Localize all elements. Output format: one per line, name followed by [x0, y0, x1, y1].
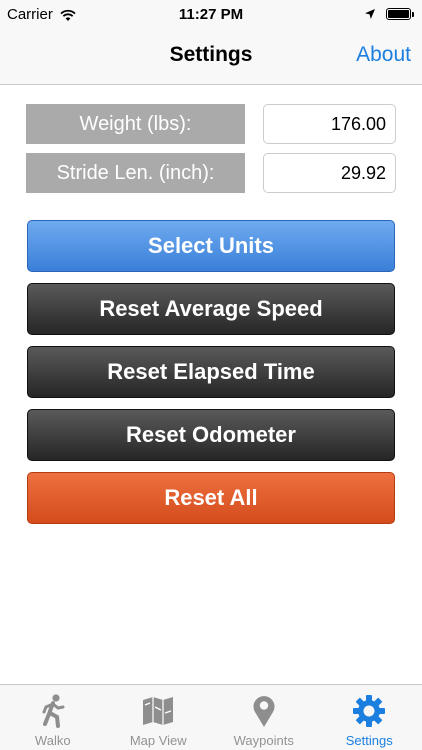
navigation-bar: Settings About [0, 30, 422, 85]
status-right-group [364, 8, 414, 20]
location-arrow-icon [365, 9, 375, 19]
settings-screen: Carrier 11:27 PM Settings About Weight (… [0, 0, 422, 750]
battery-tip [412, 11, 414, 17]
weight-label: Weight (lbs): [26, 104, 245, 144]
map-pin-icon [245, 692, 283, 730]
battery-icon [386, 8, 411, 20]
tab-label-settings: Settings [345, 733, 393, 748]
tab-settings[interactable]: Settings [317, 685, 422, 750]
stride-label: Stride Len. (inch): [26, 153, 245, 193]
walking-person-icon [34, 692, 72, 730]
weight-input[interactable] [263, 104, 396, 144]
battery-fill [388, 10, 409, 18]
status-bar: Carrier 11:27 PM [0, 0, 422, 30]
reset-elapsed-time-button[interactable]: Reset Elapsed Time [27, 346, 395, 398]
map-icon [139, 692, 177, 730]
stride-input[interactable] [263, 153, 396, 193]
status-time: 11:27 PM [178, 6, 244, 23]
tab-map-view[interactable]: Map View [106, 685, 212, 750]
select-units-button[interactable]: Select Units [27, 220, 395, 272]
tab-walko[interactable]: Walko [0, 685, 106, 750]
stride-row: Stride Len. (inch): [26, 153, 396, 193]
weight-row: Weight (lbs): [26, 104, 396, 144]
gear-icon [350, 692, 388, 730]
tab-label-map-view: Map View [129, 733, 187, 748]
tab-label-waypoints: Waypoints [233, 733, 294, 748]
tab-waypoints[interactable]: Waypoints [211, 685, 317, 750]
about-button[interactable]: About [356, 43, 411, 67]
reset-all-button[interactable]: Reset All [27, 472, 395, 524]
tab-label-walko: Walko [34, 733, 71, 748]
reset-average-speed-button[interactable]: Reset Average Speed [27, 283, 395, 335]
reset-odometer-button[interactable]: Reset Odometer [27, 409, 395, 461]
tab-bar: Walko Map View Waypoints Settings [0, 684, 422, 750]
